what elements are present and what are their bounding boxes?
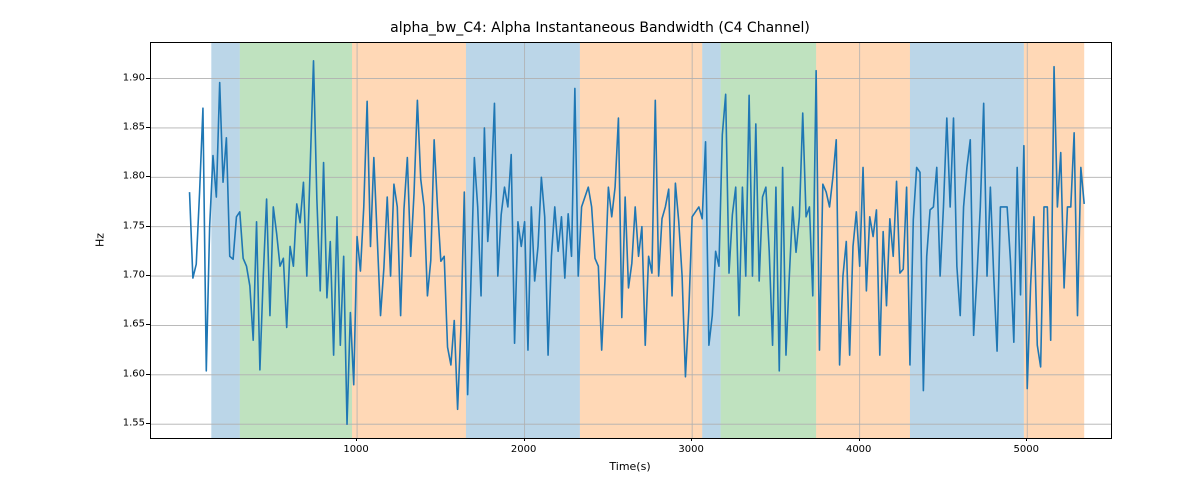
- y-tick-label: 1.85: [123, 121, 145, 132]
- background-band: [352, 43, 466, 438]
- x-tick-label: 5000: [1013, 444, 1038, 455]
- x-axis-label: Time(s): [609, 460, 650, 473]
- x-tick-label: 1000: [343, 444, 368, 455]
- y-tick-label: 1.60: [123, 368, 145, 379]
- x-tick-label: 3000: [678, 444, 703, 455]
- y-axis-label: Hz: [94, 233, 107, 247]
- background-band: [910, 43, 1024, 438]
- plot-area: [150, 42, 1112, 439]
- plot-svg: [151, 43, 1111, 438]
- x-tick-label: 2000: [511, 444, 536, 455]
- figure: alpha_bw_C4: Alpha Instantaneous Bandwid…: [0, 0, 1200, 500]
- x-tick-label: 4000: [846, 444, 871, 455]
- y-tick-label: 1.75: [123, 220, 145, 231]
- y-tick-label: 1.65: [123, 319, 145, 330]
- background-band: [211, 43, 239, 438]
- y-tick-label: 1.80: [123, 171, 145, 182]
- y-tick-label: 1.70: [123, 270, 145, 281]
- y-tick-label: 1.55: [123, 418, 145, 429]
- background-band: [816, 43, 910, 438]
- chart-title: alpha_bw_C4: Alpha Instantaneous Bandwid…: [0, 20, 1200, 36]
- y-tick-label: 1.90: [123, 72, 145, 83]
- background-band: [702, 43, 720, 438]
